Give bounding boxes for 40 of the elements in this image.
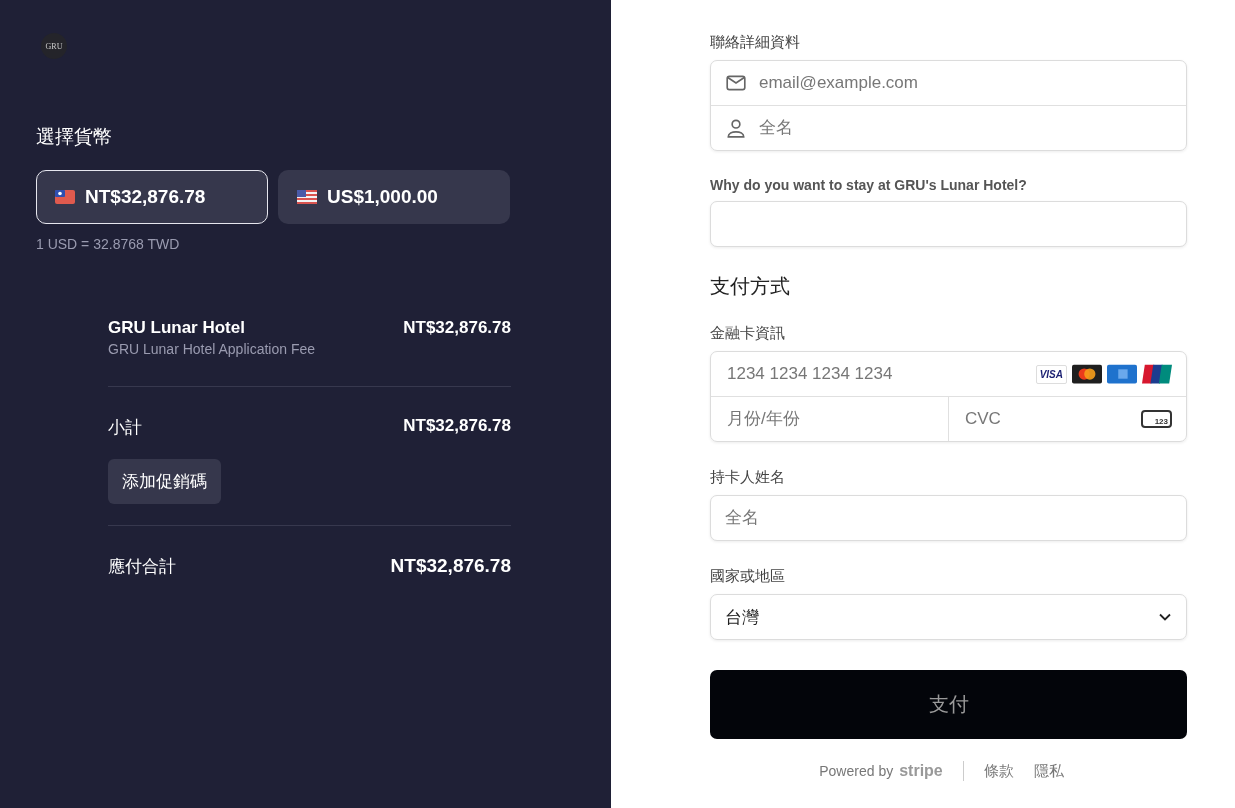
cardholder-field[interactable]: 全名 (710, 495, 1187, 541)
field-label: 國家或地區 (710, 567, 786, 586)
name-field[interactable]: 全名 (757, 117, 1172, 139)
field-label: Why do you want to stay at GRU's Lunar Hotel? (710, 177, 1028, 193)
promo-code-button[interactable]: 添加促銷碼 (108, 459, 221, 504)
card-brand-icon (1107, 364, 1137, 384)
section-title: 支付方式 (710, 274, 791, 299)
field-label: 聯絡詳細資料 (710, 33, 801, 52)
cvc-field[interactable]: CVC (963, 408, 1131, 430)
exchange-rate: 1 USD = 32.8768 TWD (36, 236, 181, 252)
stripe-logo: stripe (899, 762, 943, 780)
section-title: 選擇貨幣 (36, 125, 113, 149)
currency-option[interactable]: US$1,000.00 (278, 170, 510, 224)
answer-field[interactable] (710, 201, 1187, 247)
card-number-field[interactable]: 1234 1234 1234 1234 (725, 363, 1026, 385)
powered-by-text: Powered by (819, 763, 894, 779)
pay-button[interactable]: 支付 (710, 670, 1187, 739)
person-icon (725, 117, 747, 139)
card-icon: 123 (1140, 410, 1172, 428)
flag-icon (55, 190, 75, 204)
subtotal-label: 小計 (108, 417, 142, 439)
card-brand-icon (1142, 364, 1172, 384)
total-label: 應付合計 (108, 556, 176, 578)
mastercard-icon (1072, 364, 1102, 384)
subtotal-amount: NT$32,876.78 (403, 416, 511, 436)
currency-option[interactable]: NT$32,876.78 (36, 170, 268, 224)
total-amount: NT$32,876.78 (390, 555, 511, 577)
footer-link[interactable]: 隱私 (1033, 761, 1064, 781)
email-field[interactable]: email@example.com (757, 72, 1172, 94)
expiry-field[interactable]: 月份/年份 (725, 408, 934, 430)
field-label: 持卡人姓名 (710, 468, 786, 487)
field-label: 金融卡資訊 (710, 324, 786, 343)
footer-link[interactable]: 條款 (983, 761, 1014, 781)
item-price: NT$32,876.78 (403, 318, 511, 338)
visa-logo: VISA (1035, 364, 1067, 384)
item-name: GRU Lunar Hotel (108, 318, 246, 338)
country-select[interactable]: 台灣 (710, 594, 1187, 640)
brand-logo: GRU (41, 33, 67, 59)
flag-icon (297, 190, 317, 204)
item-description: GRU Lunar Hotel Application Fee (108, 341, 315, 357)
